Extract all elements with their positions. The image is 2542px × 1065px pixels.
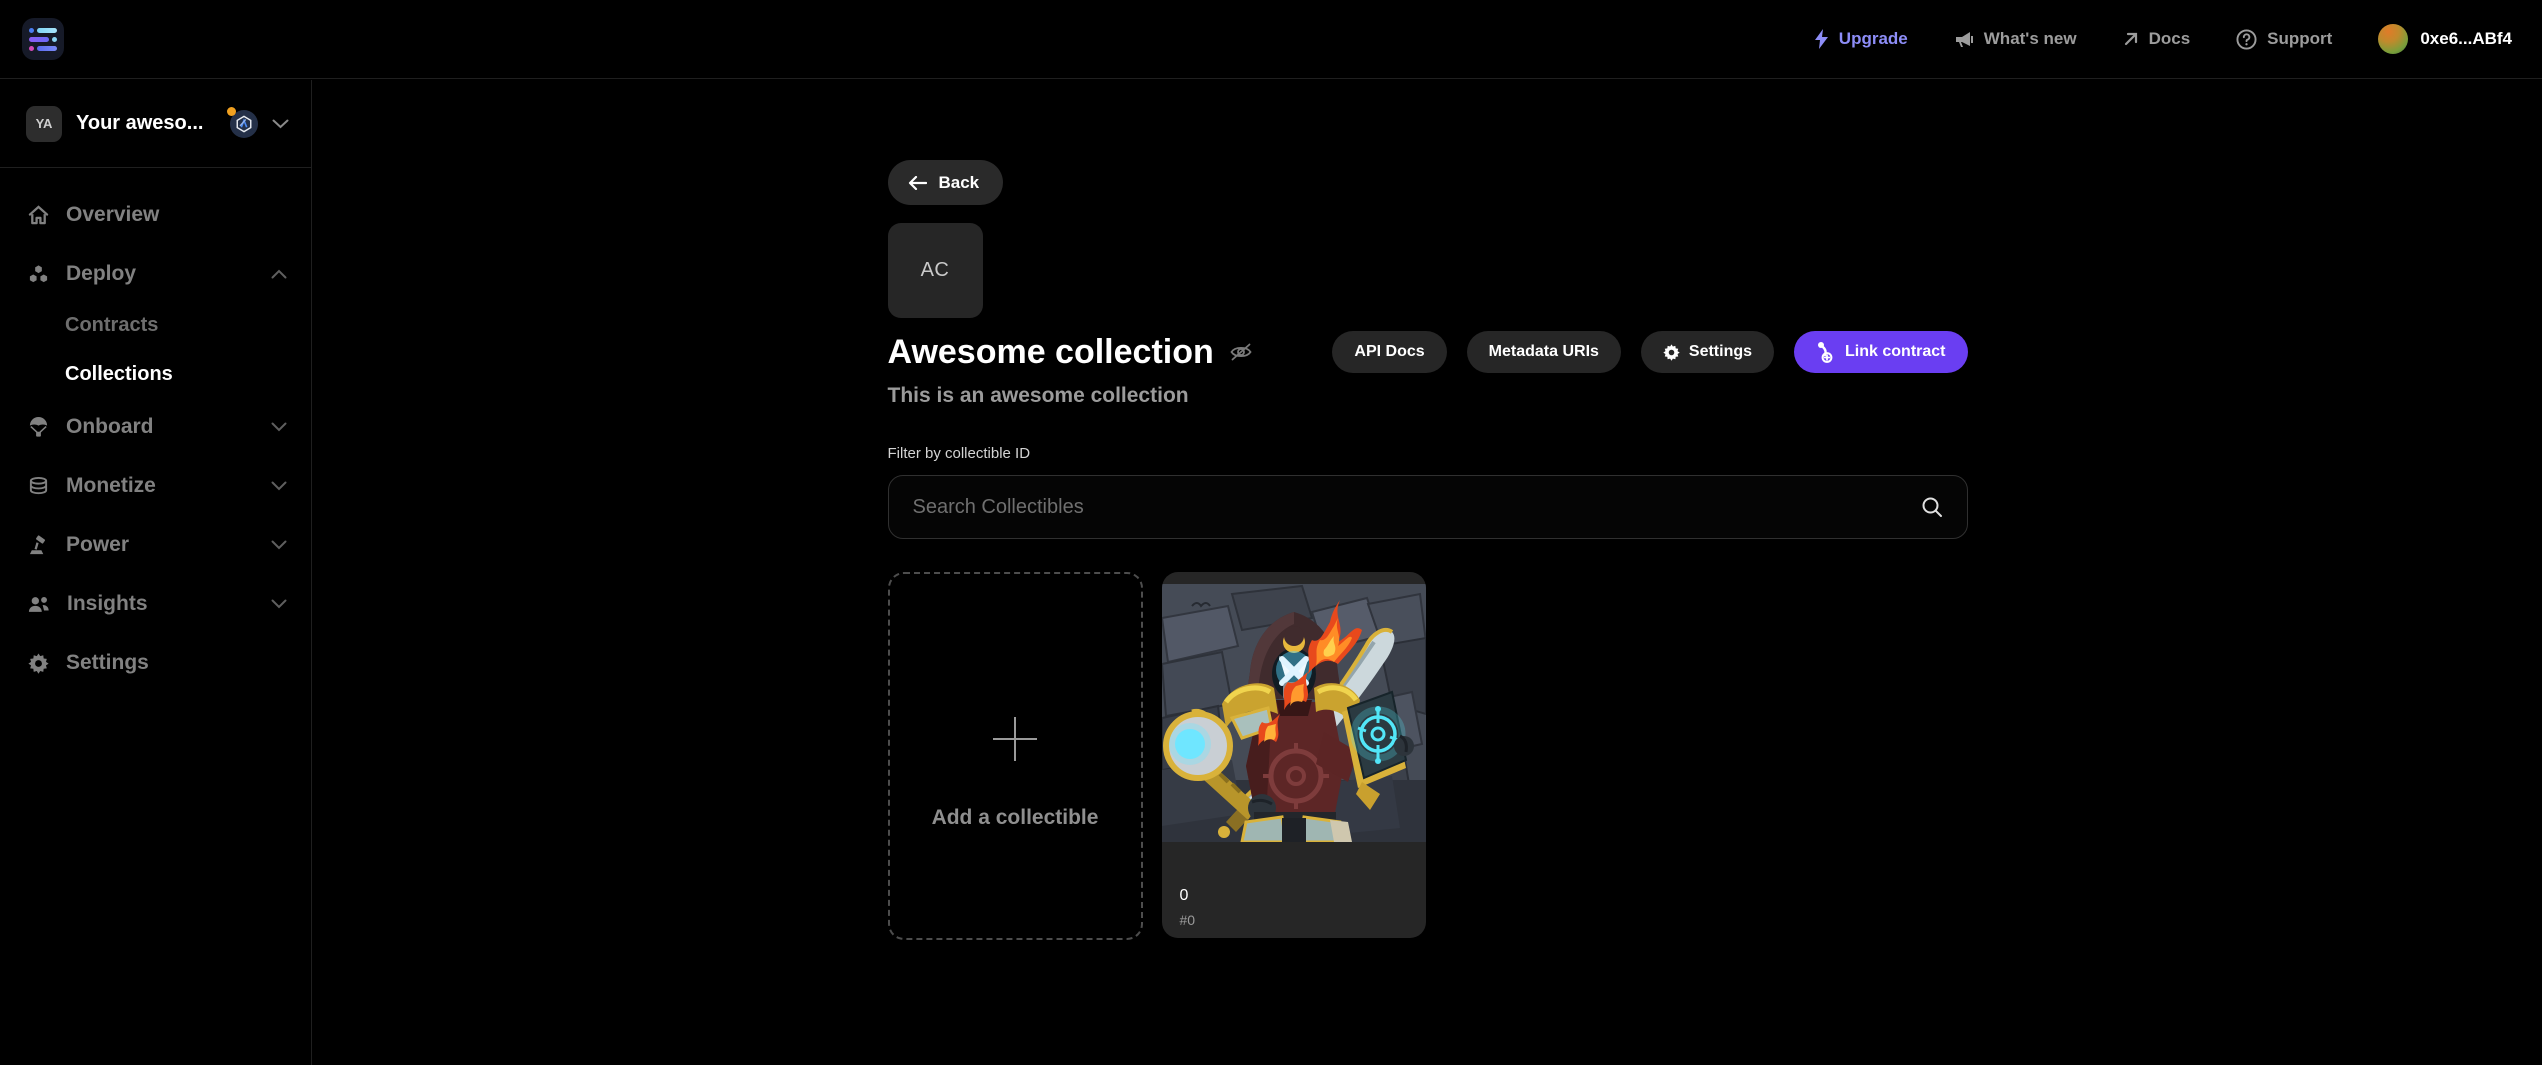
network-badge-icon <box>230 110 258 138</box>
sidebar-item-label: Insights <box>67 592 254 616</box>
app-logo-icon[interactable] <box>22 18 64 60</box>
sidebar-item-label: Deploy <box>66 262 254 286</box>
sidebar-item-settings[interactable]: Settings <box>28 642 287 684</box>
sidebar-item-overview[interactable]: Overview <box>28 194 287 236</box>
chevron-down-icon <box>271 540 287 550</box>
sidebar-item-power[interactable]: Power <box>28 524 287 566</box>
megaphone-icon <box>1954 29 1974 49</box>
collectible-token-id: #0 <box>1180 912 1408 928</box>
collection-actions: API Docs Metadata URIs Settings Link con… <box>1332 331 1967 373</box>
link-contract-button[interactable]: Link contract <box>1794 331 1967 373</box>
team-name: Your aweso... <box>76 112 216 135</box>
arrow-up-right-icon <box>2123 31 2139 47</box>
collectible-image <box>1162 584 1426 842</box>
chevron-down-icon <box>271 422 287 432</box>
filter-label: Filter by collectible ID <box>888 445 1968 462</box>
collectible-card[interactable]: 0 #0 <box>1162 572 1426 938</box>
parachute-icon <box>28 417 49 438</box>
back-button[interactable]: Back <box>888 160 1004 205</box>
sidebar-item-deploy[interactable]: Deploy <box>28 253 287 295</box>
deploy-sub-list: Contracts Collections <box>28 308 287 391</box>
top-navbar: Upgrade What's new Docs Support 0xe6...A… <box>0 0 2542 79</box>
wallet-menu[interactable]: 0xe6...ABf4 <box>2378 24 2512 54</box>
chevron-down-icon <box>271 599 287 609</box>
main-content: Back AC Awesome collection API Docs Meta… <box>313 80 2542 1065</box>
hexagons-icon <box>28 264 49 285</box>
collectible-name: 0 <box>1180 887 1408 905</box>
search-input[interactable] <box>888 475 1968 539</box>
whats-new-label: What's new <box>1984 29 2077 49</box>
team-avatar: YA <box>26 106 62 142</box>
support-label: Support <box>2267 29 2332 49</box>
sidebar-item-label: Power <box>66 533 254 557</box>
sidebar-nav: Overview Deploy Contracts Collections On… <box>0 168 311 684</box>
coins-icon <box>28 476 49 497</box>
api-docs-button[interactable]: API Docs <box>1332 331 1446 373</box>
sidebar-item-insights[interactable]: Insights <box>28 583 287 625</box>
api-docs-label: API Docs <box>1354 343 1424 361</box>
sidebar-item-label: Overview <box>66 203 287 227</box>
chevron-up-icon <box>271 269 287 279</box>
eye-slash-icon <box>1229 342 1253 362</box>
docs-link[interactable]: Docs <box>2123 29 2191 49</box>
sidebar-item-collections[interactable]: Collections <box>28 357 287 391</box>
collection-header: Awesome collection API Docs Metadata URI… <box>888 331 1968 373</box>
whats-new-button[interactable]: What's new <box>1954 29 2077 49</box>
sidebar-item-label: Collections <box>65 363 173 386</box>
sidebar: YA Your aweso... Overview Deploy Contrac… <box>0 80 312 1065</box>
chevron-down-icon <box>271 481 287 491</box>
wallet-address: 0xe6...ABf4 <box>2420 29 2512 49</box>
gear-icon <box>28 653 49 674</box>
settings-button[interactable]: Settings <box>1641 331 1774 373</box>
plus-icon <box>993 717 1037 761</box>
sidebar-item-label: Settings <box>66 651 287 675</box>
collectibles-grid: Add a collectible <box>888 572 1968 940</box>
link-contract-label: Link contract <box>1845 343 1945 361</box>
upgrade-button[interactable]: Upgrade <box>1814 29 1908 49</box>
page-title: Awesome collection <box>888 333 1214 372</box>
collectible-meta: 0 #0 <box>1162 842 1426 928</box>
gear-icon <box>1663 344 1680 361</box>
sidebar-item-onboard[interactable]: Onboard <box>28 406 287 448</box>
back-label: Back <box>939 173 980 193</box>
collection-description: This is an awesome collection <box>888 384 1968 408</box>
upgrade-label: Upgrade <box>1839 29 1908 49</box>
settings-label: Settings <box>1689 343 1752 361</box>
metadata-uris-button[interactable]: Metadata URIs <box>1467 331 1621 373</box>
sidebar-item-label: Onboard <box>66 415 254 439</box>
add-collectible-label: Add a collectible <box>932 806 1099 830</box>
gavel-icon <box>28 535 49 556</box>
sidebar-item-label: Contracts <box>65 314 158 337</box>
link-plus-icon <box>1816 341 1836 363</box>
docs-label: Docs <box>2149 29 2191 49</box>
sidebar-item-label: Monetize <box>66 474 254 498</box>
chevron-down-icon <box>272 119 289 129</box>
add-collectible-button[interactable]: Add a collectible <box>888 572 1143 940</box>
wallet-avatar <box>2378 24 2408 54</box>
support-button[interactable]: Support <box>2236 29 2332 50</box>
search-field-wrap <box>888 475 1968 539</box>
home-icon <box>28 205 49 226</box>
arrow-left-icon <box>908 176 927 190</box>
team-selector[interactable]: YA Your aweso... <box>0 80 311 168</box>
search-icon <box>1920 495 1944 519</box>
sidebar-item-contracts[interactable]: Contracts <box>28 308 287 342</box>
collection-avatar: AC <box>888 223 983 318</box>
help-circle-icon <box>2236 29 2257 50</box>
lightning-icon <box>1814 29 1829 49</box>
people-icon <box>28 594 50 615</box>
metadata-uris-label: Metadata URIs <box>1489 343 1599 361</box>
sidebar-item-monetize[interactable]: Monetize <box>28 465 287 507</box>
